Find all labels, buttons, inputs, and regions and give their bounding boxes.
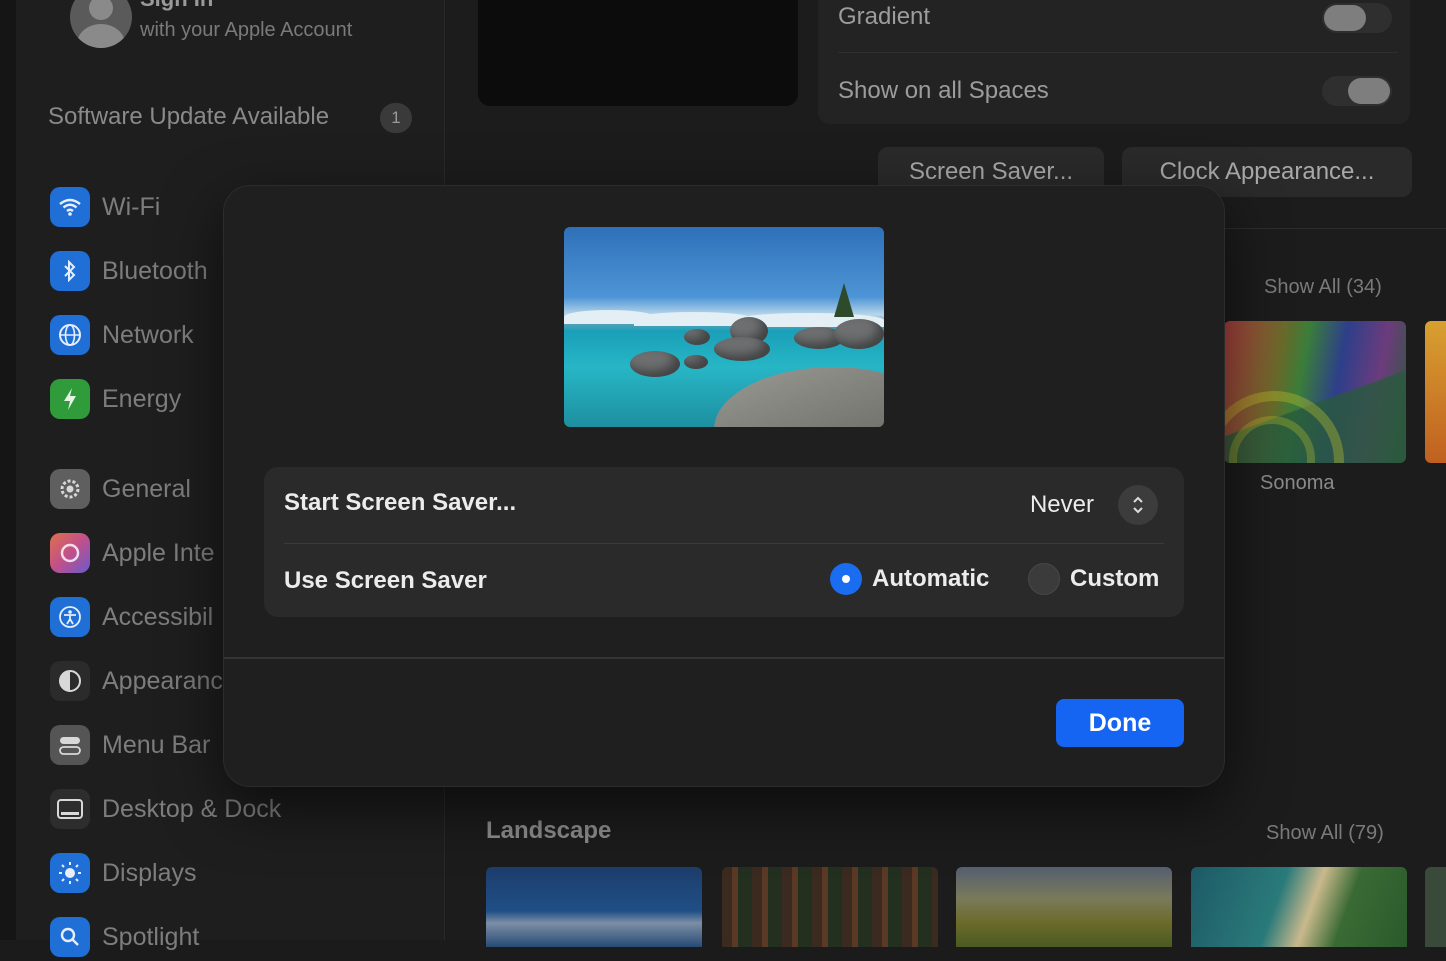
radio-automatic[interactable]: Automatic	[830, 563, 989, 595]
sidebar-item-label: Wi-Fi	[102, 193, 161, 221]
software-update-badge: 1	[380, 103, 412, 133]
section-divider	[1224, 228, 1446, 229]
start-screen-saver-label: Start Screen Saver...	[284, 489, 517, 516]
landscape-section-title: Landscape	[486, 817, 612, 844]
sidebar-item-label: Spotlight	[102, 923, 200, 951]
wallpaper-thumb-next[interactable]	[1425, 321, 1446, 463]
sidebar-item-label: Energy	[102, 385, 182, 413]
window-edge	[0, 0, 16, 940]
appearance-icon	[50, 661, 90, 701]
sidebar-item-label: Apple Inte	[102, 539, 215, 567]
radio-automatic-label: Automatic	[872, 565, 990, 592]
sign-in-subtitle: with your Apple Account	[140, 19, 353, 41]
menu-bar-icon	[50, 725, 90, 765]
sidebar-item-label: Bluetooth	[102, 257, 208, 285]
software-update-link[interactable]: Software Update Available	[48, 103, 329, 131]
bolt-icon	[50, 379, 90, 419]
rock-shape	[684, 329, 710, 345]
sidebar-item-label: Menu Bar	[102, 731, 211, 759]
show-all-dynamic-button[interactable]: Show All (34)	[1264, 276, 1382, 299]
accessibility-icon	[50, 597, 90, 637]
dock-icon	[50, 789, 90, 829]
account-avatar[interactable]	[70, 0, 132, 48]
row-divider	[838, 52, 1398, 53]
search-icon	[50, 917, 90, 957]
wallpaper-thumb-sonoma[interactable]	[1224, 321, 1406, 463]
sign-in-title[interactable]: Sign In	[140, 0, 213, 12]
use-screen-saver-label: Use Screen Saver	[284, 567, 487, 594]
row-divider	[284, 543, 1164, 544]
radio-custom[interactable]: Custom	[1028, 563, 1159, 595]
landscape-thumb[interactable]	[1191, 867, 1407, 947]
wifi-icon	[50, 187, 90, 227]
rock-shape	[684, 355, 708, 369]
wallpaper-preview	[478, 0, 798, 106]
sidebar-item-label: General	[102, 475, 191, 503]
landscape-thumb[interactable]	[956, 867, 1172, 947]
sheet-divider	[224, 657, 1224, 659]
avatar-head-icon	[89, 0, 113, 20]
start-screen-saver-value[interactable]: Never	[1030, 491, 1094, 519]
gradient-label: Gradient	[838, 3, 931, 30]
radio-custom-unselected-icon[interactable]	[1028, 563, 1060, 595]
foreground-rock-shape	[714, 367, 884, 427]
radio-automatic-selected-icon[interactable]	[830, 563, 862, 595]
bluetooth-icon	[50, 251, 90, 291]
toggle-knob	[1348, 78, 1390, 104]
show-all-landscape-button[interactable]: Show All (79)	[1266, 822, 1384, 845]
screen-saver-preview-image	[564, 227, 884, 427]
chevron-up-down-icon	[1133, 496, 1143, 514]
tree-shape	[834, 283, 854, 317]
gear-icon	[50, 469, 90, 509]
done-button[interactable]: Done	[1056, 699, 1184, 747]
avatar-shoulders-icon	[77, 24, 125, 48]
rock-shape	[834, 319, 884, 349]
wallpaper-label-sonoma: Sonoma	[1260, 472, 1335, 494]
landscape-thumb[interactable]	[486, 867, 702, 947]
toggle-knob	[1324, 5, 1366, 31]
gradient-toggle[interactable]	[1322, 3, 1392, 33]
apple-intelligence-icon	[50, 533, 90, 573]
sidebar-item-label: Desktop & Dock	[102, 795, 282, 823]
rock-shape	[714, 337, 770, 361]
show-on-all-spaces-toggle[interactable]	[1322, 76, 1392, 106]
radio-custom-label: Custom	[1070, 565, 1160, 592]
sun-icon	[50, 853, 90, 893]
rock-shape	[630, 351, 680, 377]
sidebar-item-label: Appearanc	[102, 667, 223, 695]
landscape-thumb[interactable]	[722, 867, 938, 947]
screen-saver-options-panel: Start Screen Saver... Never Use Screen S…	[264, 467, 1184, 617]
landscape-thumb[interactable]	[1425, 867, 1446, 947]
globe-icon	[50, 315, 90, 355]
sidebar-item-label: Displays	[102, 859, 197, 887]
show-on-all-spaces-label: Show on all Spaces	[838, 77, 1049, 104]
start-screen-saver-stepper[interactable]	[1118, 485, 1158, 525]
sidebar-item-label: Network	[102, 321, 194, 349]
sidebar-item-label: Accessibil	[102, 603, 214, 631]
screen-saver-sheet: Start Screen Saver... Never Use Screen S…	[224, 186, 1224, 786]
